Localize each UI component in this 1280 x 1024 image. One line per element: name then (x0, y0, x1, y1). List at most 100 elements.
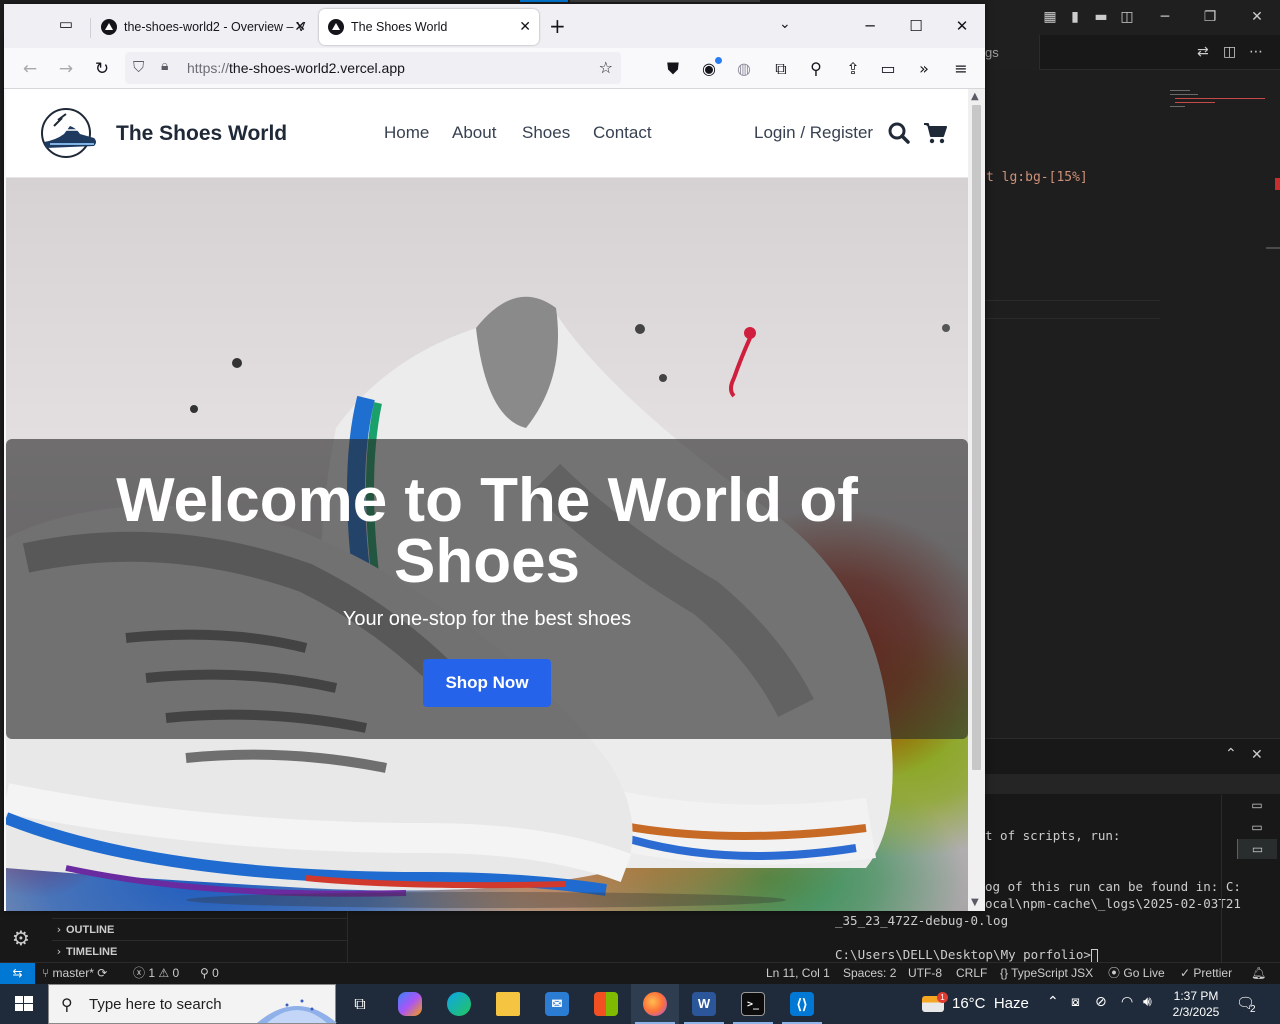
list-all-tabs-icon[interactable]: ⌄ (779, 16, 791, 32)
language-status[interactable]: {} TypeScript JSX (1000, 963, 1093, 984)
pocket-icon[interactable]: ⛊ (660, 56, 686, 82)
terminal-cursor (1090, 948, 1098, 963)
file-explorer-icon[interactable] (484, 984, 532, 1024)
firefox-view-icon[interactable]: ▭ (54, 13, 78, 37)
toggle-sidebar-icon[interactable]: ▮ (1065, 8, 1085, 26)
problems-status[interactable]: ⓧ 1 ⚠ 0 (133, 963, 179, 984)
terminal-instance-icon[interactable]: ▭ (1237, 795, 1277, 815)
edge-icon[interactable] (435, 984, 483, 1024)
wifi-icon[interactable]: ◠ (1121, 994, 1133, 1010)
extensions-icon[interactable]: ⧉ (768, 56, 794, 82)
restore-icon[interactable]: ❐ (1200, 8, 1220, 26)
translate-globe-icon[interactable]: ◍ (731, 56, 757, 82)
forward-icon[interactable]: → (53, 56, 79, 82)
close-icon[interactable]: ✕ (1247, 8, 1267, 26)
remote-icon[interactable]: ⇆ (0, 963, 35, 985)
back-icon[interactable]: ← (17, 56, 43, 82)
taskbar-search-box[interactable]: ⚲ Type here to search (48, 984, 337, 1024)
shoe-logo-icon[interactable] (36, 106, 100, 160)
nav-home[interactable]: Home (384, 123, 429, 143)
maximize-panel-icon[interactable]: ⌃ (1225, 746, 1237, 762)
close-window-icon[interactable]: ✕ (947, 12, 977, 40)
login-register-link[interactable]: Login / Register (754, 123, 873, 143)
toggle-secondary-sidebar-icon[interactable]: ◫ (1117, 8, 1137, 26)
tab-the-shoes-world[interactable]: The Shoes World ✕ (319, 9, 539, 45)
indentation-status[interactable]: Spaces: 2 (843, 963, 896, 984)
timeline-section[interactable]: › TIMELINE (52, 940, 347, 962)
editor-tab[interactable]: gs (985, 35, 1040, 70)
cart-icon[interactable] (923, 122, 947, 144)
close-panel-icon[interactable]: ✕ (1251, 747, 1263, 763)
more-actions-icon[interactable]: ⋯ (1249, 44, 1263, 60)
search-icon[interactable]: ⚲ (803, 56, 829, 82)
settings-gear-icon[interactable]: ⚙ (12, 926, 30, 950)
word-icon[interactable]: W (680, 984, 728, 1024)
error-marker (1275, 178, 1280, 190)
menu-icon[interactable]: ≡ (948, 56, 974, 82)
ports-status[interactable]: ⚲ 0 (200, 963, 219, 984)
close-tab-icon[interactable]: ✕ (519, 9, 531, 45)
tab-overview[interactable]: the-shoes-world2 - Overview – V ✕ (92, 7, 314, 47)
new-tab-icon[interactable]: + (549, 15, 566, 37)
bookmark-star-icon[interactable]: ☆ (599, 58, 613, 77)
meet-now-icon[interactable]: ⧇ (1071, 994, 1080, 1010)
nav-contact[interactable]: Contact (593, 123, 652, 143)
overflow-chevron-icon[interactable]: » (911, 56, 937, 82)
split-editor-icon[interactable]: ◫ (1223, 44, 1236, 60)
tab-strip: ▭ the-shoes-world2 - Overview – V ✕ The … (4, 4, 985, 48)
volume-icon[interactable]: 🔊︎ (1143, 994, 1152, 1010)
minimize-icon[interactable]: ─ (855, 12, 885, 40)
vscode-icon[interactable]: ⟨⟩ (778, 984, 826, 1024)
terminal-instance-icon[interactable]: ▭ (1237, 839, 1277, 859)
nav-about[interactable]: About (452, 123, 496, 143)
nav-shoes[interactable]: Shoes (522, 123, 570, 143)
toggle-panel-icon[interactable]: ▬ (1091, 8, 1111, 26)
golive-status[interactable]: ⦿ Go Live (1108, 963, 1165, 984)
maximize-icon[interactable]: ☐ (901, 12, 931, 40)
terminal-icon[interactable]: >_ (729, 984, 777, 1024)
prettier-status[interactable]: ✓ Prettier (1180, 963, 1232, 984)
location-off-icon[interactable]: ⊘ (1095, 994, 1107, 1010)
terminal-instance-icon[interactable]: ▭ (1237, 817, 1277, 837)
clock[interactable]: 1:37 PM 2/3/2025 (1165, 988, 1227, 1020)
show-hidden-icons-icon[interactable]: ⌃ (1047, 994, 1059, 1010)
scroll-up-icon[interactable]: ▲ (971, 91, 979, 102)
site-name[interactable]: The Shoes World (116, 122, 287, 146)
shop-now-button[interactable]: Shop Now (423, 659, 551, 707)
page-scrollbar[interactable]: ▲ ▼ (968, 89, 985, 911)
url-text[interactable]: https://the-shoes-world2.vercel.app (187, 60, 405, 76)
bell-icon[interactable]: 🔔︎ (1251, 963, 1266, 984)
close-tab-icon[interactable]: ✕ (294, 7, 306, 47)
firefox-icon[interactable] (631, 984, 679, 1024)
notification-dot (715, 57, 722, 64)
eol-status[interactable]: CRLF (956, 963, 987, 984)
share-icon[interactable]: ⇪ (840, 56, 866, 82)
cursor-position[interactable]: Ln 11, Col 1 (766, 963, 830, 984)
encoding-status[interactable]: UTF-8 (908, 963, 942, 984)
scrollbar-thumb[interactable] (972, 105, 981, 770)
weather-text: 16°C Haze (952, 995, 1029, 1012)
windows-start-icon[interactable] (0, 984, 48, 1024)
tracking-shield-icon[interactable]: ⛉ (133, 58, 144, 76)
branch-status[interactable]: ⑂ master* ⟳ (42, 963, 107, 984)
terminal-prompt[interactable]: C:\Users\DELL\Desktop\My porfolio> (835, 946, 1098, 963)
account-icon[interactable]: ◉ (696, 56, 722, 82)
outline-section[interactable]: › OUTLINE (52, 918, 347, 940)
search-icon: ⚲ (61, 995, 73, 1014)
store-icon[interactable] (582, 984, 630, 1024)
sync-icon: ⟳ (97, 966, 108, 980)
copilot-icon[interactable] (386, 984, 434, 1024)
terminal-list: ▭ ▭ ▭ (1221, 795, 1280, 962)
search-icon[interactable] (888, 122, 910, 144)
url-bar[interactable]: ⛉ 🔒︎ https://the-shoes-world2.vercel.app… (125, 52, 621, 84)
minimize-icon[interactable]: ─ (1155, 8, 1175, 26)
compare-changes-icon[interactable]: ⇄ (1197, 44, 1209, 60)
lock-icon[interactable]: 🔒︎ (161, 58, 168, 74)
scroll-down-icon[interactable]: ▼ (971, 897, 979, 908)
reload-icon[interactable]: ↻ (89, 56, 115, 82)
sidebar-icon[interactable]: ▭ (875, 56, 901, 82)
customize-layout-icon[interactable]: ▦ (1040, 8, 1060, 26)
mail-icon[interactable]: ✉ (533, 984, 581, 1024)
task-view-icon[interactable]: ⧉ (336, 984, 384, 1024)
weather-widget[interactable]: 16°C Haze (922, 984, 1029, 1024)
